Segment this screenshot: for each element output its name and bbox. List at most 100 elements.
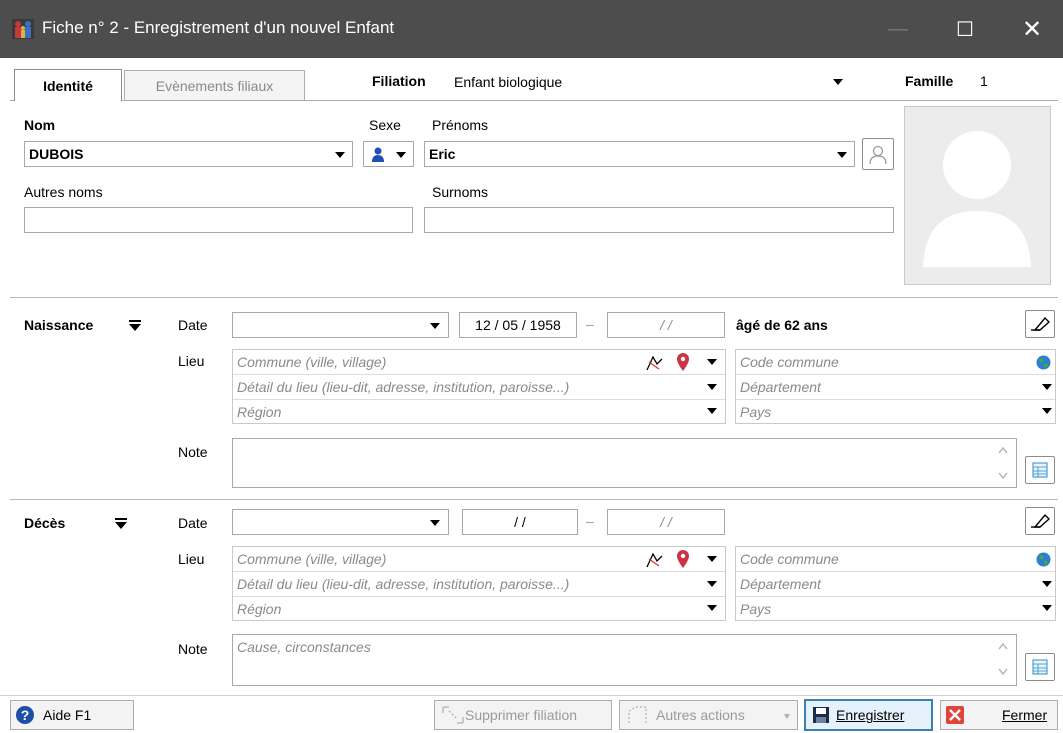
filiation-select[interactable]: Enfant biologique (450, 69, 852, 95)
deces-detail-placeholder: Détail du lieu (lieu-dit, adresse, insti… (237, 576, 570, 592)
eraser-button[interactable] (1025, 507, 1055, 535)
nom-input[interactable]: DUBOIS (24, 141, 353, 167)
save-icon (813, 707, 829, 723)
tab-identite[interactable]: Identité (14, 69, 122, 101)
naissance-date-label: Date (178, 317, 208, 333)
prenoms-value: Eric (429, 146, 456, 162)
map-pin-icon[interactable] (676, 549, 690, 569)
spin-arrows-icon[interactable] (996, 640, 1010, 678)
unlink-icon (442, 706, 464, 724)
deces-note-input[interactable]: Cause, circonstances (232, 634, 1017, 686)
naissance-admin-group: Code commune Département Pays (735, 349, 1056, 424)
deces-date2-input[interactable]: / / (607, 509, 725, 535)
deces-date-qualifier[interactable] (232, 509, 449, 535)
filiation-label: Filiation (372, 73, 426, 89)
table-icon (1032, 462, 1048, 478)
collapse-icon[interactable] (128, 320, 142, 332)
section-divider (10, 297, 1058, 298)
famille-label: Famille (905, 73, 954, 89)
naissance-note-label: Note (178, 444, 208, 460)
autres-actions-button[interactable]: Autres actions (619, 700, 798, 730)
naissance-lieu-group: Commune (ville, village) Détail du lieu … (232, 349, 726, 424)
chevron-down-icon (396, 152, 406, 158)
prenoms-person-button[interactable] (862, 138, 894, 170)
deces-detail-input[interactable]: Détail du lieu (lieu-dit, adresse, insti… (233, 572, 725, 597)
naissance-region-input[interactable]: Région (233, 400, 725, 423)
minimize-button[interactable]: — (868, 0, 928, 58)
footer-divider (0, 695, 1063, 696)
chevron-down-icon[interactable] (1042, 605, 1052, 611)
tab-evenements-filiaux[interactable]: Evènements filiaux (124, 70, 305, 100)
deces-region-placeholder: Région (237, 600, 282, 617)
chevron-down-icon[interactable] (707, 384, 717, 390)
deces-region-input[interactable]: Région (233, 597, 725, 620)
deces-departement-placeholder: Département (740, 576, 821, 592)
map-route-icon[interactable] (645, 354, 665, 372)
naissance-title: Naissance (24, 317, 94, 333)
maximize-button[interactable]: ☐ (935, 0, 995, 58)
naissance-pays-input[interactable]: Pays (736, 400, 1055, 423)
enregistrer-button[interactable]: Enregistrer (804, 699, 933, 731)
collapse-icon[interactable] (114, 518, 128, 530)
person-outline-icon (869, 145, 887, 165)
date-range-dash: – (586, 316, 594, 332)
deces-note-label: Note (178, 641, 208, 657)
globe-icon[interactable] (1036, 552, 1051, 567)
naissance-date2-input[interactable]: / / (607, 312, 725, 338)
close-button[interactable]: ✕ (1002, 0, 1062, 58)
help-label: Aide F1 (43, 707, 92, 723)
globe-icon[interactable] (1036, 355, 1051, 370)
deces-code-commune-input[interactable]: Code commune (736, 547, 1055, 572)
naissance-code-commune-input[interactable]: Code commune (736, 350, 1055, 375)
naissance-note-input[interactable] (232, 438, 1017, 488)
autres-noms-label: Autres noms (24, 184, 103, 200)
deces-code-commune-placeholder: Code commune (740, 551, 839, 567)
fermer-button[interactable]: Fermer (940, 700, 1058, 730)
naissance-age: âgé de 62 ans (736, 317, 828, 333)
chevron-down-icon[interactable] (707, 359, 717, 365)
naissance-pays-placeholder: Pays (740, 403, 772, 420)
spin-arrows-icon[interactable] (996, 444, 1010, 482)
close-x-icon (946, 706, 964, 724)
surnoms-label: Surnoms (432, 184, 489, 200)
map-pin-icon[interactable] (676, 352, 690, 372)
note-editor-button[interactable] (1025, 653, 1055, 681)
deces-note-placeholder: Cause, circonstances (237, 639, 371, 655)
eraser-button[interactable] (1025, 310, 1055, 338)
chevron-down-icon[interactable] (707, 605, 717, 611)
help-icon: ? (16, 706, 34, 724)
note-editor-button[interactable] (1025, 456, 1055, 484)
photo-frame[interactable] (904, 106, 1051, 285)
deces-date-input[interactable]: / / (462, 509, 578, 535)
naissance-date-qualifier[interactable] (232, 312, 449, 338)
prenoms-input[interactable]: Eric (424, 141, 855, 167)
nom-value: DUBOIS (29, 146, 84, 162)
chevron-down-icon[interactable] (1042, 581, 1052, 587)
sexe-select[interactable] (363, 141, 414, 167)
surnoms-input[interactable] (424, 207, 894, 233)
chevron-down-icon (784, 714, 790, 719)
chevron-down-icon[interactable] (1042, 384, 1052, 390)
deces-departement-input[interactable]: Département (736, 572, 1055, 597)
chevron-down-icon (335, 152, 345, 158)
deces-pays-input[interactable]: Pays (736, 597, 1055, 620)
help-button[interactable]: ? Aide F1 (10, 700, 134, 730)
chevron-down-icon[interactable] (707, 408, 717, 414)
naissance-date-input[interactable]: 12 / 05 / 1958 (459, 312, 577, 338)
deces-commune-placeholder: Commune (ville, village) (237, 551, 387, 567)
chevron-down-icon[interactable] (707, 581, 717, 587)
tab-divider (10, 100, 1058, 101)
prenoms-label: Prénoms (432, 117, 489, 133)
naissance-departement-input[interactable]: Département (736, 375, 1055, 400)
eraser-icon (1031, 513, 1050, 528)
deces-admin-group: Code commune Département Pays (735, 546, 1056, 621)
supprimer-filiation-button[interactable]: Supprimer filiation (434, 700, 612, 730)
map-route-icon[interactable] (645, 551, 665, 569)
naissance-code-commune-placeholder: Code commune (740, 354, 839, 370)
chevron-down-icon[interactable] (707, 556, 717, 562)
title-bar: Fiche n° 2 - Enregistrement d'un nouvel … (0, 0, 1063, 58)
naissance-detail-input[interactable]: Détail du lieu (lieu-dit, adresse, insti… (233, 375, 725, 400)
chevron-down-icon[interactable] (1042, 408, 1052, 414)
table-icon (1032, 659, 1048, 675)
autres-noms-input[interactable] (24, 207, 413, 233)
